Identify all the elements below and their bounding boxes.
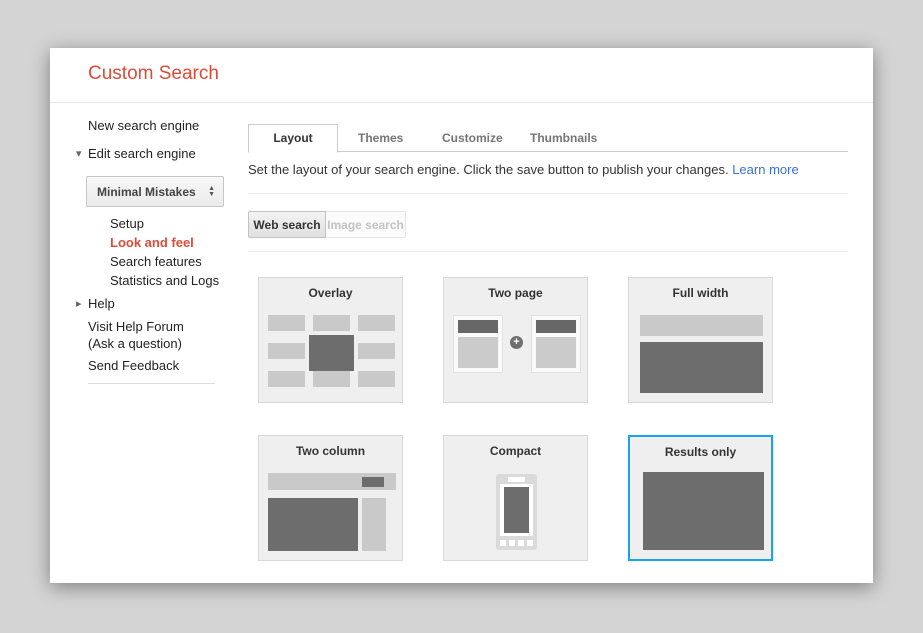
sidebar-item-statistics-and-logs[interactable]: Statistics and Logs [110,273,219,288]
layout-option-title: Compact [444,444,587,458]
plus-icon: + [510,336,523,349]
full-width-results-block [640,342,763,393]
layout-option-compact[interactable]: Compact [443,435,588,561]
sidebar-item-look-and-feel[interactable]: Look and feel [110,235,194,250]
sidebar-item-help-forum[interactable]: Visit Help Forum [88,319,184,334]
engine-select-value: Minimal Mistakes [87,185,208,199]
two-page-left-thumbnail [453,315,503,373]
engine-select[interactable]: Minimal Mistakes ▲ ▼ [86,176,224,207]
learn-more-link[interactable]: Learn more [732,162,798,177]
layout-option-overlay[interactable]: Overlay [258,277,403,403]
sidebar-item-setup[interactable]: Setup [110,216,144,231]
layout-option-title: Results only [630,445,771,459]
divider [248,193,848,194]
phone-icon [496,474,537,550]
two-page-right-thumbnail [531,315,581,373]
sidebar-item-help-forum-subtitle[interactable]: (Ask a question) [88,336,182,351]
tab-thumbnails[interactable]: Thumbnails [530,125,597,152]
tab-themes[interactable]: Themes [358,125,403,152]
page-title: Custom Search [88,63,219,85]
divider [248,251,848,252]
tab-layout[interactable]: Layout [248,124,338,153]
layout-option-title: Two column [259,444,402,458]
layout-option-title: Overlay [259,286,402,300]
layout-option-two-page[interactable]: Two page + [443,277,588,403]
custom-search-panel: Custom Search New search engine ▾ Edit s… [50,48,873,583]
sidebar-item-send-feedback[interactable]: Send Feedback [88,358,179,373]
results-only-block [643,472,764,550]
two-column-main-block [268,498,358,551]
image-search-button[interactable]: Image search [325,211,406,238]
description-text: Set the layout of your search engine. Cl… [248,162,729,177]
sidebar-item-help[interactable]: Help [88,296,115,311]
sidebar-divider [88,383,215,384]
sidebar-item-new-search-engine[interactable]: New search engine [88,118,199,133]
header-divider [50,102,873,103]
chevron-right-icon: ▸ [76,297,82,310]
full-width-searchbox-block [640,315,763,336]
tab-customize[interactable]: Customize [442,125,503,152]
layout-option-two-column[interactable]: Two column [258,435,403,561]
tab-description: Set the layout of your search engine. Cl… [248,162,799,177]
sidebar-item-edit-search-engine[interactable]: Edit search engine [88,146,196,161]
select-spinner-icon: ▲ ▼ [208,186,223,198]
layout-option-results-only[interactable]: Results only [628,435,773,561]
sidebar-item-search-features[interactable]: Search features [110,254,202,269]
layout-option-full-width[interactable]: Full width [628,277,773,403]
overlay-popup-block [309,335,354,371]
two-column-topbar-chip [362,477,384,487]
layout-option-title: Two page [444,286,587,300]
two-column-side-block [362,498,386,551]
web-search-button[interactable]: Web search [248,211,326,238]
layout-option-title: Full width [629,286,772,300]
chevron-down-icon: ▾ [76,147,82,160]
